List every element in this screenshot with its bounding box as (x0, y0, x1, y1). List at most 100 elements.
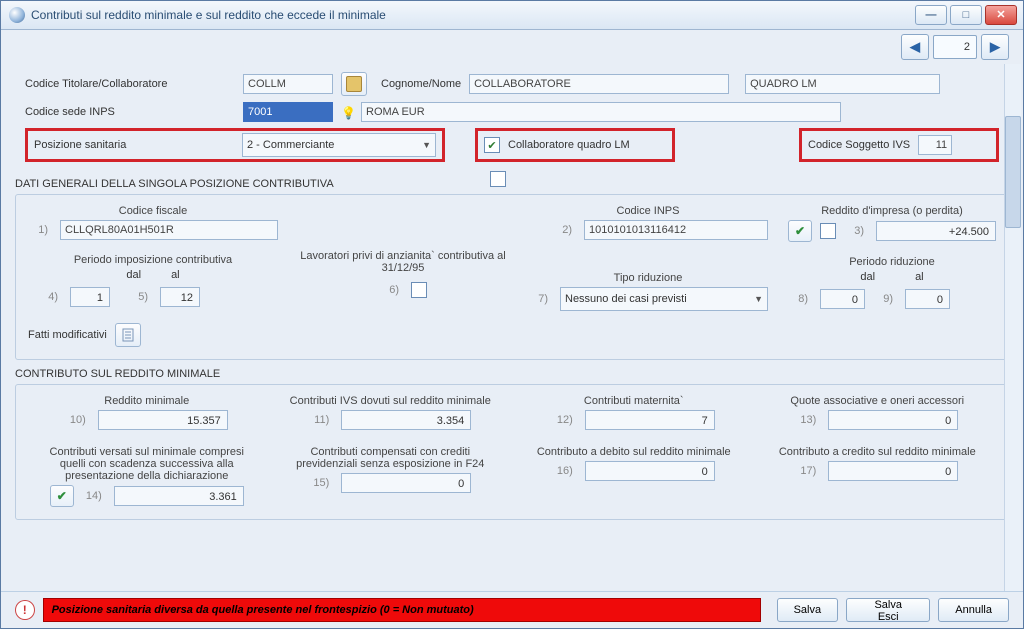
document-icon (122, 328, 134, 342)
salva-button[interactable]: Salva (777, 598, 839, 622)
label-reddito-impresa: Reddito d'impresa (o perdita) (788, 205, 996, 217)
codice-titolare-input[interactable] (243, 74, 333, 94)
num-5: 5) (118, 291, 148, 303)
riduzione-al-value[interactable]: 0 (905, 289, 950, 309)
label-rid-dal: dal (860, 271, 875, 283)
title-bar: Contributi sul reddito minimale e sul re… (1, 1, 1023, 30)
periodo-al-value[interactable]: 12 (160, 287, 200, 307)
pager-bar: ◀ 2 ▶ (1, 30, 1023, 64)
quadro-input[interactable] (745, 74, 940, 94)
label-codice-ivs: Codice Soggetto IVS (808, 139, 910, 151)
codice-ivs-input[interactable] (918, 135, 952, 155)
label-contributo-credito: Contributo a credito sul reddito minimal… (779, 446, 976, 458)
label-codice-fiscale: Codice fiscale (28, 205, 278, 217)
lookup-titolare-button[interactable] (341, 72, 367, 96)
label-tipo-riduzione: Tipo riduzione (528, 272, 768, 284)
group-dati-generali: Codice fiscale 1) Codice INPS 2) (15, 194, 1009, 360)
label-collaboratore-lm: Collaboratore quadro LM (508, 139, 630, 151)
value-17[interactable]: 0 (828, 461, 958, 481)
label-quote-associative: Quote associative e oneri accessori (790, 395, 964, 407)
num-16: 16) (553, 465, 573, 477)
value-16[interactable]: 0 (585, 461, 715, 481)
annulla-button[interactable]: Annulla (938, 598, 1009, 622)
label-contributi-ivs: Contributi IVS dovuti sul reddito minima… (290, 395, 491, 407)
pos-sanitaria-value: 2 - Commerciante (247, 139, 334, 151)
cognome-input[interactable] (469, 74, 729, 94)
pos-sanitaria-dropdown[interactable]: 2 - Commerciante ▼ (242, 133, 436, 157)
section-title-generali: DATI GENERALI DELLA SINGOLA POSIZIONE CO… (15, 178, 1009, 190)
periodo-dal-value[interactable]: 1 (70, 287, 110, 307)
value-13[interactable]: 0 (828, 410, 958, 430)
reddito-check-button[interactable]: ✔ (788, 220, 812, 242)
codice-inps-input[interactable] (584, 220, 768, 240)
codice-ivs-box: Codice Soggetto IVS (799, 128, 999, 162)
num-11: 11) (309, 414, 329, 426)
value-14[interactable]: 3.361 (114, 486, 244, 506)
value-12[interactable]: 7 (585, 410, 715, 430)
chevron-down-icon: ▼ (754, 294, 763, 304)
reddito-flag-checkbox[interactable] (820, 223, 836, 239)
tipo-riduzione-dropdown[interactable]: Nessuno dei casi previsti ▼ (560, 287, 768, 311)
codice-sede-input[interactable] (243, 102, 333, 122)
riduzione-dal-value[interactable]: 0 (820, 289, 865, 309)
salva-esci-button[interactable]: Salva Esci (846, 598, 930, 622)
app-icon (9, 7, 25, 23)
num-17: 17) (796, 465, 816, 477)
num-1: 1) (28, 224, 48, 236)
sede-descr-input[interactable] (361, 102, 841, 122)
num-7: 7) (528, 293, 548, 305)
label-reddito-minimale: Reddito minimale (104, 395, 189, 407)
num-15: 15) (309, 477, 329, 489)
section-title-minimale: CONTRIBUTO SUL REDDITO MINIMALE (15, 368, 1009, 380)
scrollbar-thumb[interactable] (1005, 116, 1021, 228)
group-reddito-minimale: Reddito minimale 10) 15.357 Contributi IV… (15, 384, 1009, 520)
error-message: Posizione sanitaria diversa da quella pr… (43, 598, 761, 622)
label-periodo-imposizione: Periodo imposizione contributiva (28, 254, 278, 266)
value-15[interactable]: 0 (341, 473, 471, 493)
num-2: 2) (552, 224, 572, 236)
codice-inps-flag-checkbox[interactable] (490, 171, 506, 187)
chevron-down-icon: ▼ (422, 140, 431, 150)
fatti-modificativi-button[interactable] (115, 323, 141, 347)
num-6: 6) (379, 284, 399, 296)
window-title: Contributi sul reddito minimale e sul re… (31, 8, 915, 22)
label-codice-inps: Codice INPS (528, 205, 768, 217)
prev-page-button[interactable]: ◀ (901, 34, 929, 60)
field14-check-button[interactable]: ✔ (50, 485, 74, 507)
label-cognome: Cognome/Nome (381, 78, 461, 90)
label-al: al (171, 269, 180, 281)
label-codice-titolare: Codice Titolare/Collaboratore (25, 78, 235, 90)
label-contributi-compensati: Contributi compensati con crediti previd… (290, 446, 490, 470)
label-contributo-debito: Contributo a debito sul reddito minimale (537, 446, 731, 458)
posizione-sanitaria-box: Posizione sanitaria 2 - Commerciante ▼ (25, 128, 445, 162)
num-12: 12) (553, 414, 573, 426)
page-number-field[interactable]: 2 (933, 35, 977, 59)
num-9: 9) (873, 293, 893, 305)
num-3: 3) (844, 225, 864, 237)
maximize-button[interactable]: □ (950, 5, 982, 25)
label-lavoratori-privi: Lavoratori privi di anzianita` contribut… (298, 250, 508, 274)
value-10[interactable]: 15.357 (98, 410, 228, 430)
label-pos-sanitaria: Posizione sanitaria (34, 139, 234, 151)
reddito-value[interactable]: +24.500 (876, 221, 996, 241)
lavoratori-checkbox[interactable] (411, 282, 427, 298)
label-dal: dal (126, 269, 141, 281)
value-11[interactable]: 3.354 (341, 410, 471, 430)
next-page-button[interactable]: ▶ (981, 34, 1009, 60)
close-button[interactable]: ✕ (985, 5, 1017, 25)
label-fatti-modificativi: Fatti modificativi (28, 329, 107, 341)
footer-bar: ! Posizione sanitaria diversa da quella … (1, 591, 1023, 628)
collaboratore-lm-box: ✔ Collaboratore quadro LM (475, 128, 675, 162)
label-contributi-maternita: Contributi maternita` (584, 395, 684, 407)
collaboratore-lm-checkbox[interactable]: ✔ (484, 137, 500, 153)
label-periodo-riduzione: Periodo riduzione (788, 256, 996, 268)
hint-icon: 💡 (341, 106, 353, 118)
num-4: 4) (28, 291, 58, 303)
num-10: 10) (66, 414, 86, 426)
person-icon (346, 76, 362, 92)
codice-fiscale-input[interactable] (60, 220, 278, 240)
minimize-button[interactable]: — (915, 5, 947, 25)
label-contributi-versati: Contributi versati sul minimale compresi… (47, 446, 247, 482)
error-icon: ! (15, 600, 35, 620)
content-area: Codice Titolare/Collaboratore Cognome/No… (1, 64, 1023, 591)
